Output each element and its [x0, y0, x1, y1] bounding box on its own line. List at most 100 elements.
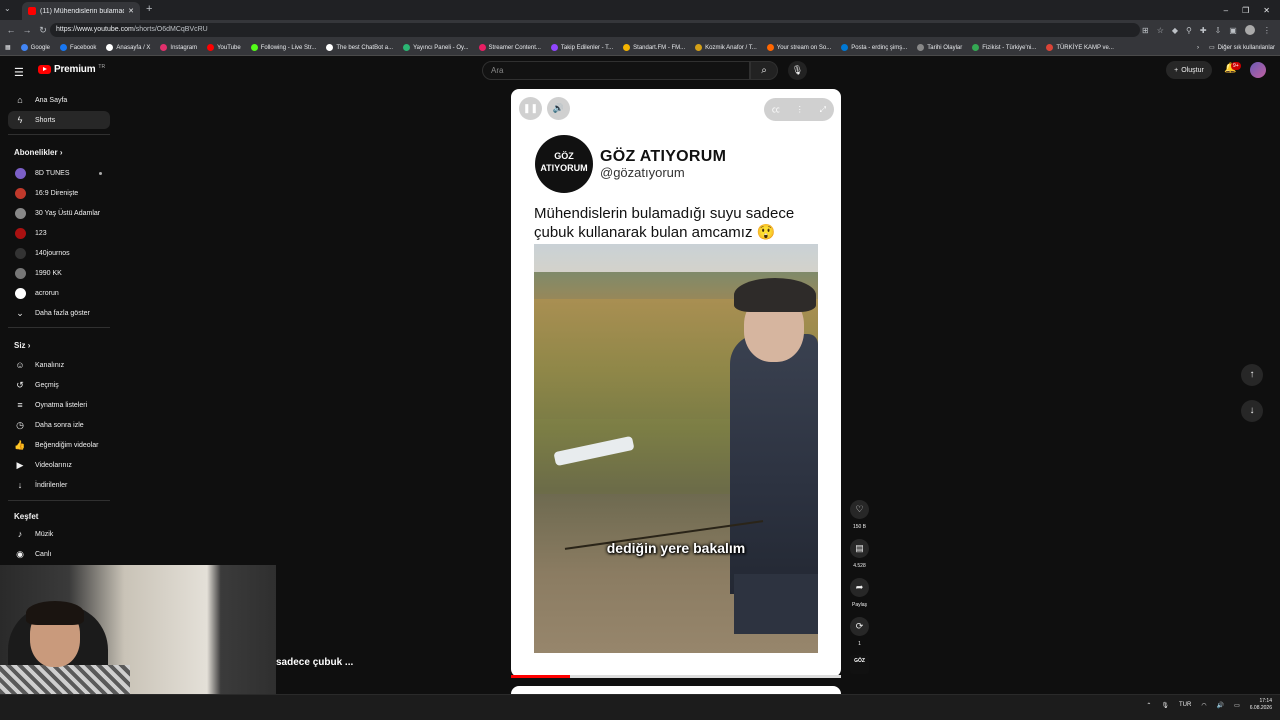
show-more-button[interactable]: ⌄ Daha fazla göster: [8, 304, 110, 322]
menu-dots-icon[interactable]: ⋮: [1263, 26, 1271, 35]
bookmark-item[interactable]: TÜRKİYE KAMP ve...: [1041, 44, 1119, 51]
sidebar-item-label: Kanalınız: [35, 361, 65, 369]
bookmark-item[interactable]: Anasayfa / X: [101, 44, 155, 51]
reload-icon[interactable]: ↻: [38, 25, 48, 35]
sidebar-item-channel[interactable]: ☺ Kanalınız: [8, 356, 110, 374]
bookmark-item[interactable]: Takip Edilenler - T...: [546, 44, 618, 51]
bookmark-item[interactable]: Facebook: [55, 44, 101, 51]
address-bar[interactable]: https://www.youtube.com/shorts/O6dMCqBVc…: [50, 23, 1140, 37]
account-avatar[interactable]: [1250, 62, 1266, 78]
sidebar-item-watch-later[interactable]: ◷ Daha sonra izle: [8, 416, 110, 434]
subscription-item[interactable]: 30 Yaş Üstü Adamlar: [8, 204, 110, 222]
search-button[interactable]: ⌕: [750, 61, 778, 80]
browser-tab[interactable]: (11) Mühendislerin bulamadı ✕: [22, 2, 140, 20]
subscription-item[interactable]: 16:9 Direnişte: [8, 184, 110, 202]
pause-button[interactable]: ❚❚: [519, 97, 542, 120]
sidebar-item-downloads[interactable]: ↓ İndirilenler: [8, 476, 110, 494]
bookmark-item[interactable]: Tarihi Olaylar: [912, 44, 967, 51]
bookmark-label: YouTube: [217, 44, 241, 51]
subscription-item[interactable]: 8D TUNES: [8, 164, 110, 182]
you-heading[interactable]: Siz ›: [14, 341, 30, 350]
youtube-premium-logo[interactable]: Premium TR: [38, 64, 105, 75]
next-short-button[interactable]: ↓: [1241, 400, 1263, 422]
sidebar-item-live[interactable]: ◉ Canlı: [8, 545, 110, 563]
other-bookmarks[interactable]: ▭ Diğer sık kullanılanlar: [1204, 44, 1280, 52]
bookmark-item[interactable]: Standart.FM - FM...: [618, 44, 690, 51]
bookmark-item[interactable]: The best ChatBot a...: [321, 44, 398, 51]
like-button[interactable]: ♡: [850, 500, 869, 519]
create-button[interactable]: + Oluştur: [1166, 61, 1212, 79]
subscription-item[interactable]: 140journos: [8, 244, 110, 262]
next-short-preview[interactable]: [511, 686, 841, 694]
sidebar-item-playlists[interactable]: ≡ Oynatma listeleri: [8, 396, 110, 414]
tray-chevron-icon[interactable]: ⌃: [1146, 702, 1151, 709]
comments-button[interactable]: ▤: [850, 539, 869, 558]
tray-mic-icon[interactable]: 🎙: [1161, 702, 1169, 709]
sidebar-item-shorts[interactable]: ϟ Shorts: [8, 111, 110, 129]
language-indicator[interactable]: TUR: [1179, 702, 1191, 708]
previous-short-button[interactable]: ↑: [1241, 364, 1263, 386]
remix-count: 1: [858, 641, 861, 647]
bookmark-item[interactable]: Yayıncı Paneli - Oy...: [398, 44, 473, 51]
bookmark-item[interactable]: Following - Live Str...: [246, 44, 322, 51]
forward-icon[interactable]: →: [22, 25, 32, 35]
captions-icon[interactable]: ㏄: [772, 104, 780, 115]
back-icon[interactable]: ←: [6, 25, 16, 35]
apps-icon[interactable]: ▦: [0, 44, 16, 51]
wifi-icon[interactable]: ◠: [1201, 702, 1206, 709]
voice-search-button[interactable]: 🎙: [788, 61, 807, 80]
channel-thumbnail[interactable]: GÖZ: [850, 655, 869, 674]
sidebar-item-music[interactable]: ♪ Müzik: [8, 525, 110, 543]
bookmark-item[interactable]: Fizikist - Türkiye'ni...: [967, 44, 1041, 51]
sidebar-item-history[interactable]: ↺ Geçmiş: [8, 376, 110, 394]
minimize-button[interactable]: –: [1224, 6, 1228, 15]
sidebar-item-liked[interactable]: 👍 Beğendiğim videolar: [8, 436, 110, 454]
extension-icon[interactable]: ◆: [1172, 26, 1178, 35]
profile-icon[interactable]: [1244, 25, 1255, 35]
tab-list-icon[interactable]: ⌄: [4, 4, 11, 13]
close-window-button[interactable]: ✕: [1263, 6, 1270, 15]
puzzle-icon[interactable]: ✚: [1200, 26, 1207, 35]
sidebar-item-home[interactable]: ⌂ Ana Sayfa: [8, 91, 110, 109]
bookmark-favicon-icon: [1046, 44, 1054, 51]
remix-button[interactable]: ⟳: [850, 617, 869, 636]
bookmark-item[interactable]: Instagram: [155, 44, 202, 51]
bookmark-item[interactable]: Streamer Content...: [474, 44, 546, 51]
bookmark-item[interactable]: YouTube: [202, 44, 246, 51]
bookmark-item[interactable]: Your stream on So...: [762, 44, 836, 51]
share-button[interactable]: ➦: [850, 578, 869, 597]
clock-time: 17:14: [1259, 698, 1272, 704]
downloads-toolbar-icon[interactable]: ⇩: [1215, 26, 1222, 35]
sidebar-item-your-videos[interactable]: ▶ Videolarınız: [8, 456, 110, 474]
star-icon[interactable]: ☆: [1157, 26, 1164, 35]
subscriptions-heading[interactable]: Abonelikler ›: [14, 148, 62, 157]
subscription-item[interactable]: 1990 KK: [8, 264, 110, 282]
subscription-item[interactable]: 123: [8, 224, 110, 242]
tab-close-icon[interactable]: ✕: [128, 7, 134, 15]
bookmarks-more-icon[interactable]: ›: [1192, 45, 1204, 51]
volume-button[interactable]: 🔊: [547, 97, 570, 120]
sidebar-item-label: Daha sonra izle: [35, 421, 84, 429]
reading-list-icon[interactable]: ▣: [1229, 26, 1237, 35]
bookmark-item[interactable]: Kozmik Anafor / T...: [690, 44, 762, 51]
maximize-button[interactable]: ❐: [1242, 6, 1249, 15]
hamburger-menu-icon[interactable]: ☰: [14, 66, 24, 79]
battery-icon[interactable]: ▭: [1234, 702, 1240, 709]
new-tab-button[interactable]: +: [146, 3, 152, 15]
search-input[interactable]: Ara: [482, 61, 750, 80]
install-icon[interactable]: ⊞: [1142, 26, 1149, 35]
bookmark-item[interactable]: Posta - erdinç şimş...: [836, 44, 912, 51]
fullscreen-icon[interactable]: ⤢: [820, 105, 826, 115]
channel-avatar: [15, 167, 26, 179]
bookmark-list: Google Facebook Anasayfa / X Instagram YouTu…: [16, 44, 1119, 51]
more-options-icon[interactable]: ⋮: [796, 105, 804, 114]
video-frame[interactable]: dediğin yere bakalım: [534, 244, 818, 653]
subscription-item[interactable]: acrorun: [8, 284, 110, 302]
notification-badge: 9+: [1231, 62, 1241, 70]
bookmark-item[interactable]: Google: [16, 44, 55, 51]
clock[interactable]: 17:14 6.08.2026: [1250, 698, 1272, 712]
speaker-icon[interactable]: 🔊: [1217, 702, 1224, 709]
your-videos-icon: ▶: [16, 459, 24, 470]
bookmark-label: The best ChatBot a...: [336, 44, 394, 51]
password-icon[interactable]: ⚲: [1186, 26, 1192, 35]
